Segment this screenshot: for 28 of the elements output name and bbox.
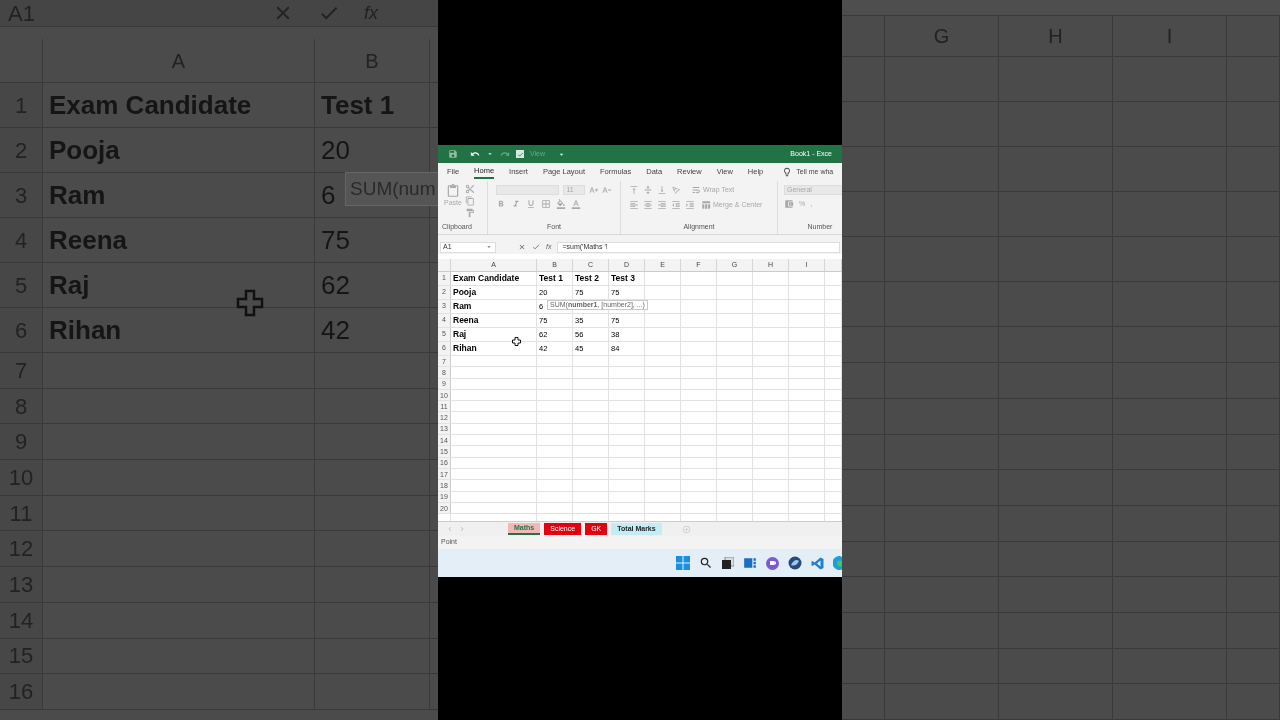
table-cell: Test 2 — [575, 272, 599, 285]
table-cell: Test 1 — [539, 272, 563, 285]
search-icon[interactable] — [699, 556, 713, 571]
table-cell: Rihan — [453, 342, 477, 355]
windows-icon[interactable] — [676, 556, 690, 571]
task-view-icon[interactable] — [722, 557, 734, 570]
table-cell: Reena — [453, 314, 479, 327]
next-sheet-icon[interactable] — [458, 525, 466, 534]
table-cell: Exam Candidate — [453, 272, 520, 285]
lightbulb-icon[interactable] — [782, 167, 793, 177]
widgets-icon[interactable] — [743, 556, 757, 571]
table-cell: Pooja — [453, 286, 477, 299]
add-sheet-icon[interactable] — [681, 524, 691, 534]
cursor-icon — [512, 337, 521, 346]
undo-icon[interactable] — [470, 149, 480, 159]
chat-icon[interactable] — [766, 556, 779, 570]
save-icon[interactable] — [448, 149, 458, 159]
app-icon[interactable] — [788, 556, 802, 571]
code-editor-icon[interactable] — [811, 556, 824, 570]
cancel-icon[interactable] — [518, 243, 526, 251]
table-cell: Raj — [453, 328, 467, 341]
previous-sheet-icon[interactable] — [446, 525, 454, 534]
redo-icon[interactable] — [500, 149, 510, 159]
view-checkbox[interactable] — [516, 150, 524, 158]
table-cell: Ram — [453, 300, 472, 313]
cursor-icon — [236, 289, 264, 317]
check-icon[interactable] — [532, 243, 540, 251]
table-cell: Test 3 — [611, 272, 635, 285]
